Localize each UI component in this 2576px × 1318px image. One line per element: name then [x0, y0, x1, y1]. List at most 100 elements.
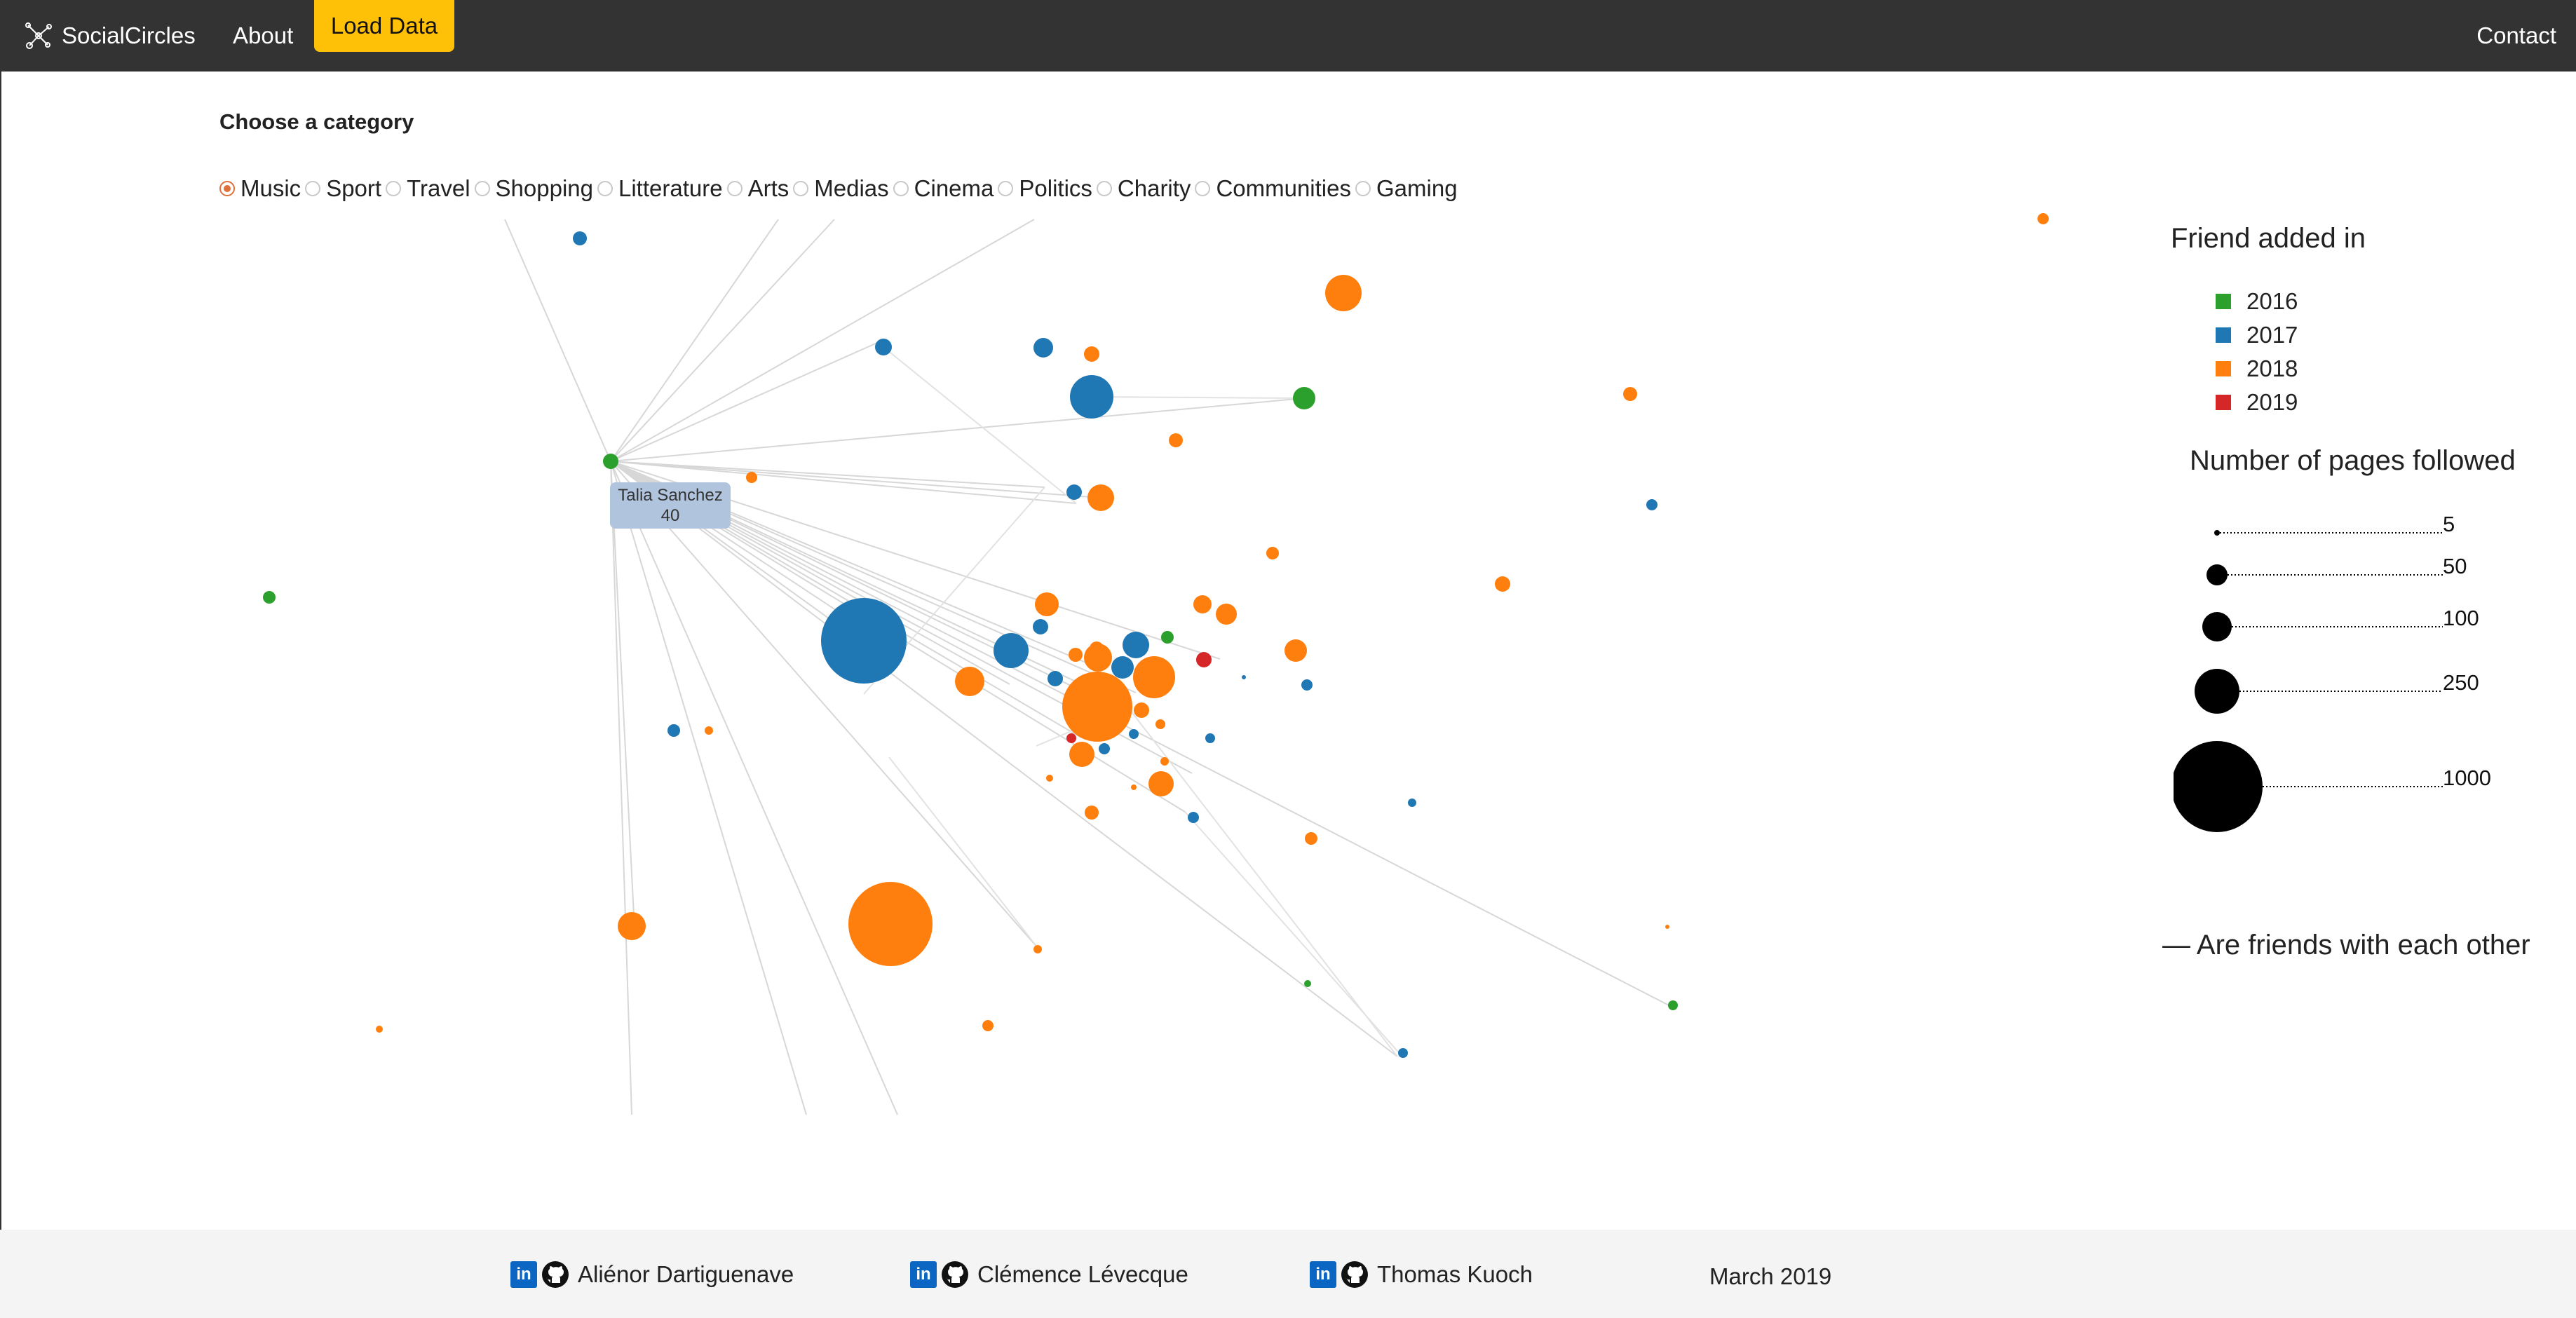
- friend-node[interactable]: [994, 633, 1029, 668]
- friend-node[interactable]: [1398, 1048, 1408, 1058]
- social-graph[interactable]: [0, 210, 2103, 1122]
- nav-about-link[interactable]: About: [233, 22, 293, 49]
- category-radio-arts[interactable]: Arts: [726, 175, 789, 202]
- category-radio-charity[interactable]: Charity: [1096, 175, 1191, 202]
- friend-node[interactable]: [1133, 656, 1175, 698]
- friend-node[interactable]: [1188, 812, 1199, 823]
- friend-node[interactable]: [1242, 675, 1246, 679]
- radio-circle-icon[interactable]: [998, 181, 1014, 196]
- friend-node[interactable]: [1048, 671, 1063, 686]
- radio-circle-icon[interactable]: [1355, 181, 1371, 196]
- friend-node[interactable]: [1129, 729, 1139, 739]
- friend-node[interactable]: [603, 454, 618, 469]
- friend-node[interactable]: [1033, 945, 1042, 953]
- category-radio-gaming[interactable]: Gaming: [1355, 175, 1458, 202]
- friend-node[interactable]: [1646, 499, 1658, 510]
- category-radio-sport[interactable]: Sport: [305, 175, 381, 202]
- radio-circle-icon[interactable]: [1195, 181, 1211, 196]
- friend-node[interactable]: [1408, 799, 1416, 807]
- radio-circle-icon[interactable]: [219, 181, 235, 196]
- category-radio-politics[interactable]: Politics: [998, 175, 1092, 202]
- linkedin-icon[interactable]: in: [510, 1261, 537, 1288]
- category-radio-medias[interactable]: Medias: [793, 175, 889, 202]
- linkedin-icon[interactable]: in: [1310, 1261, 1336, 1288]
- friend-node[interactable]: [1665, 925, 1669, 929]
- brand-link[interactable]: SocialCircles: [24, 20, 196, 52]
- friend-node[interactable]: [821, 598, 907, 684]
- friend-node[interactable]: [376, 1026, 383, 1033]
- friend-node[interactable]: [667, 724, 680, 737]
- category-radio-music[interactable]: Music: [219, 175, 301, 202]
- friend-node[interactable]: [1084, 644, 1112, 672]
- friend-node[interactable]: [618, 912, 646, 940]
- friend-node[interactable]: [1046, 775, 1053, 782]
- graph-edge: [610, 219, 1035, 462]
- friend-node[interactable]: [1084, 346, 1099, 362]
- friend-node[interactable]: [1305, 832, 1317, 845]
- friend-node[interactable]: [875, 339, 892, 355]
- github-icon[interactable]: [941, 1261, 969, 1289]
- category-radio-communities[interactable]: Communities: [1195, 175, 1351, 202]
- category-radio-travel[interactable]: Travel: [386, 175, 470, 202]
- friend-node[interactable]: [1193, 595, 1212, 613]
- friend-node[interactable]: [1216, 604, 1237, 625]
- friend-node[interactable]: [1205, 733, 1215, 743]
- friend-node[interactable]: [1668, 1000, 1678, 1010]
- friend-node[interactable]: [1196, 652, 1212, 667]
- category-radio-litterature[interactable]: Litterature: [597, 175, 723, 202]
- radio-circle-icon[interactable]: [305, 181, 321, 196]
- friend-node[interactable]: [1062, 672, 1132, 742]
- friend-node[interactable]: [1066, 733, 1076, 743]
- friend-node[interactable]: [1266, 547, 1279, 559]
- github-icon[interactable]: [1341, 1261, 1369, 1289]
- friend-node[interactable]: [1160, 757, 1169, 766]
- friend-node[interactable]: [2038, 213, 2049, 224]
- friend-node[interactable]: [1087, 484, 1114, 511]
- friend-node[interactable]: [1161, 631, 1174, 644]
- friend-node[interactable]: [1169, 433, 1183, 447]
- radio-circle-icon[interactable]: [893, 181, 909, 196]
- friend-node[interactable]: [1325, 275, 1362, 311]
- friend-node[interactable]: [1085, 806, 1099, 820]
- radio-circle-icon[interactable]: [386, 181, 402, 196]
- friend-node[interactable]: [1131, 784, 1137, 790]
- friend-node[interactable]: [1293, 387, 1315, 409]
- friend-node[interactable]: [1033, 338, 1053, 358]
- radio-circle-icon[interactable]: [793, 181, 809, 196]
- load-data-button[interactable]: Load Data: [314, 0, 454, 52]
- friend-node[interactable]: [1123, 632, 1149, 658]
- friend-node[interactable]: [263, 591, 276, 604]
- friend-node[interactable]: [1099, 743, 1110, 754]
- friend-node[interactable]: [955, 667, 984, 696]
- radio-circle-icon[interactable]: [1096, 181, 1112, 196]
- friend-node[interactable]: [1155, 719, 1165, 729]
- friend-node[interactable]: [1070, 375, 1113, 419]
- friend-node[interactable]: [1284, 639, 1307, 662]
- friend-node[interactable]: [1033, 619, 1048, 634]
- linkedin-icon[interactable]: in: [910, 1261, 937, 1288]
- category-radio-cinema[interactable]: Cinema: [893, 175, 994, 202]
- radio-circle-icon[interactable]: [726, 181, 743, 196]
- radio-circle-icon[interactable]: [597, 181, 613, 196]
- friend-node[interactable]: [1495, 576, 1510, 592]
- friend-node[interactable]: [573, 231, 587, 245]
- friend-node[interactable]: [1069, 648, 1083, 662]
- radio-label: Communities: [1216, 175, 1351, 201]
- nav-contact-link[interactable]: Contact: [2476, 22, 2556, 49]
- friend-node[interactable]: [1111, 656, 1134, 679]
- github-icon[interactable]: [541, 1261, 569, 1289]
- category-radio-shopping[interactable]: Shopping: [474, 175, 593, 202]
- friend-node[interactable]: [1301, 679, 1313, 691]
- friend-node[interactable]: [1035, 592, 1059, 616]
- friend-node[interactable]: [1304, 980, 1311, 987]
- radio-circle-icon[interactable]: [474, 181, 490, 196]
- friend-node[interactable]: [746, 472, 757, 483]
- friend-node[interactable]: [982, 1020, 994, 1031]
- friend-node[interactable]: [705, 726, 713, 735]
- friend-node[interactable]: [1134, 702, 1149, 718]
- friend-node[interactable]: [848, 882, 933, 966]
- friend-node[interactable]: [1623, 387, 1637, 401]
- friend-node[interactable]: [1069, 742, 1094, 767]
- friend-node[interactable]: [1066, 484, 1082, 500]
- friend-node[interactable]: [1148, 771, 1174, 796]
